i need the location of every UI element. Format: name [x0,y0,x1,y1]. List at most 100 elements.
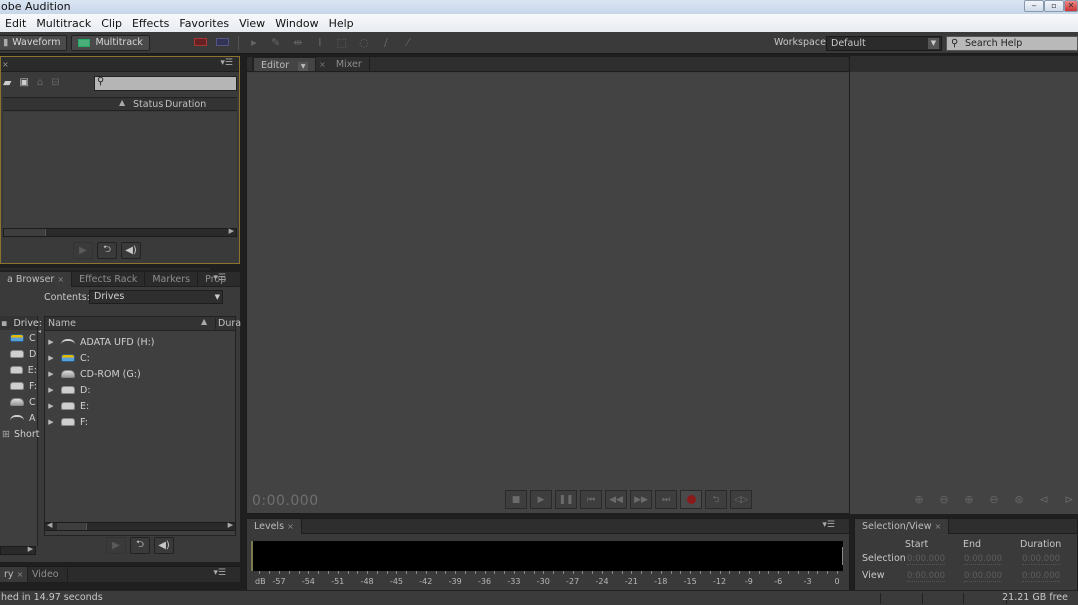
view-start-field[interactable]: 0:00.000 [907,571,946,582]
chevron-down-icon[interactable]: ▼ [298,61,309,71]
panel-divider[interactable] [0,268,210,270]
close-button[interactable]: ✕ [1064,0,1078,12]
scroll-right-icon[interactable]: ▶ [229,227,234,235]
zoom-in-time-icon[interactable]: ⊕ [958,492,980,508]
sort-ascending-icon[interactable]: ▲ [119,98,125,107]
pause-button[interactable]: ❚❚ [555,490,577,509]
loop-button[interactable]: ⮌ [705,490,727,509]
import-file-icon[interactable]: ▣ [19,77,28,88]
brush-tool-icon[interactable]: ∕ [378,36,394,50]
auto-play-icon[interactable]: ◀) [154,537,174,554]
scroll-left-icon[interactable]: ◀ [47,521,52,529]
waveform-button[interactable]: ▮ Waveform [0,34,68,51]
view-duration-field[interactable]: 0:00.000 [1022,571,1061,582]
tab-media-browser[interactable]: a Browser × [0,271,73,287]
column-duration[interactable]: Duration [165,99,206,110]
drive-row[interactable]: ▶ ADATA UFD (H:) [45,334,235,350]
zoom-full-icon[interactable]: ⊛ [1008,492,1030,508]
scrollbar-thumb[interactable] [4,229,46,236]
files-scrollbar[interactable]: ▶ [3,227,237,237]
expand-icon[interactable]: ▶ [45,370,57,378]
drive-row[interactable]: ▶ CD-ROM (G:) [45,366,235,382]
spectral-frequency-icon[interactable] [193,36,209,50]
tab-mixer[interactable]: Mixer [329,56,370,72]
selection-start-field[interactable]: 0:00.000 [907,554,946,565]
lasso-tool-icon[interactable]: ◌ [356,36,372,50]
tree-item[interactable]: C [0,394,37,410]
drive-row[interactable]: ▶ F: [45,414,235,430]
spectral-pitch-icon[interactable] [215,36,231,50]
tree-item[interactable]: ⊞ Short [0,426,39,442]
menu-favorites[interactable]: Favorites [174,17,234,30]
panel-menu-icon[interactable]: ▾☰ [220,58,233,68]
contents-select[interactable]: Drives ▼ [89,290,223,304]
search-help-input[interactable]: ⚲ Search Help [946,36,1078,51]
delete-icon[interactable]: ⊟ [51,77,59,88]
fast-forward-button[interactable]: ▶▶ [630,490,652,509]
multitrack-button[interactable]: Multitrack [71,34,150,51]
editor-canvas[interactable] [247,73,849,513]
meter-clip-indicator[interactable] [842,547,843,565]
zoom-out-point-icon[interactable]: ⊳ [1058,492,1078,508]
play-icon[interactable]: ▶ [73,242,93,259]
razor-tool-icon[interactable]: ✎ [268,36,284,50]
auto-play-icon[interactable]: ◀) [121,242,141,259]
collapse-pane-icon[interactable]: ◂ [38,328,41,335]
menu-view[interactable]: View [234,17,270,30]
menu-edit[interactable]: Edit [0,17,31,30]
record-button[interactable] [680,490,702,509]
tree-item[interactable]: F: [0,378,37,394]
expand-icon[interactable]: ▶ [45,354,57,362]
scroll-right-icon[interactable]: ▶ [28,545,33,553]
expand-icon[interactable]: ▶ [45,402,57,410]
skip-selection-button[interactable]: ◁▷ [730,490,752,509]
next-button[interactable]: ⏭ [655,490,677,509]
scroll-right-icon[interactable]: ▶ [228,521,233,529]
maximize-button[interactable]: ▫ [1044,0,1064,12]
tab-levels[interactable]: Levels × [247,518,302,534]
tree-item[interactable]: A [0,410,37,426]
menu-window[interactable]: Window [270,17,323,30]
stop-button[interactable]: ■ [505,490,527,509]
drive-row[interactable]: ▶ C: [45,350,235,366]
move-tool-icon[interactable]: ▸ [246,36,262,50]
play-button[interactable]: ▶ [530,490,552,509]
menu-help[interactable]: Help [324,17,359,30]
drive-row[interactable]: ▶ D: [45,382,235,398]
column-status[interactable]: Status [133,99,163,110]
rewind-button[interactable]: ◀◀ [605,490,627,509]
tree-item[interactable]: E: [0,362,37,378]
drive-row[interactable]: ▶ E: [45,398,235,414]
view-end-field[interactable]: 0:00.000 [964,571,1003,582]
selection-end-field[interactable]: 0:00.000 [964,554,1003,565]
open-file-icon[interactable]: ▰ [3,76,11,89]
tree-item[interactable]: D [0,346,37,362]
tab-video[interactable]: Video [24,567,68,582]
close-tab-icon[interactable]: × [316,60,329,69]
selection-duration-field[interactable]: 0:00.000 [1022,554,1061,565]
time-selection-tool-icon[interactable]: I [312,36,328,50]
close-tab-icon[interactable]: × [287,522,294,531]
tree-scrollbar[interactable]: ▶ [0,545,36,555]
close-tab-icon[interactable]: × [935,522,942,531]
timecode-display[interactable]: 0:00.000 [252,493,319,509]
previous-button[interactable]: ⏮ [580,490,602,509]
loop-icon[interactable]: ⮌ [97,242,117,259]
menu-multitrack[interactable]: Multitrack [31,17,96,30]
close-tab-icon[interactable]: × [57,275,64,284]
close-tab-icon[interactable]: × [1,60,9,69]
tab-markers[interactable]: Markers [145,271,199,287]
tree-item[interactable]: ▪ Drive: [0,316,42,330]
expand-icon[interactable]: ▶ [45,418,57,426]
panel-menu-icon[interactable]: ▾☰ [213,273,226,283]
column-name[interactable]: Name [48,318,76,329]
tab-effects-rack[interactable]: Effects Rack [72,271,146,287]
marquee-tool-icon[interactable]: ⬚ [334,36,350,50]
tab-selection-view[interactable]: Selection/View × [855,518,950,534]
sort-ascending-icon[interactable]: ▲ [201,317,207,326]
insert-into-multitrack-icon[interactable]: ⌂ [37,77,43,88]
loop-icon[interactable]: ⮌ [130,537,150,554]
expand-icon[interactable]: ▶ [45,338,57,346]
zoom-out-time-icon[interactable]: ⊖ [983,492,1005,508]
menu-effects[interactable]: Effects [127,17,174,30]
